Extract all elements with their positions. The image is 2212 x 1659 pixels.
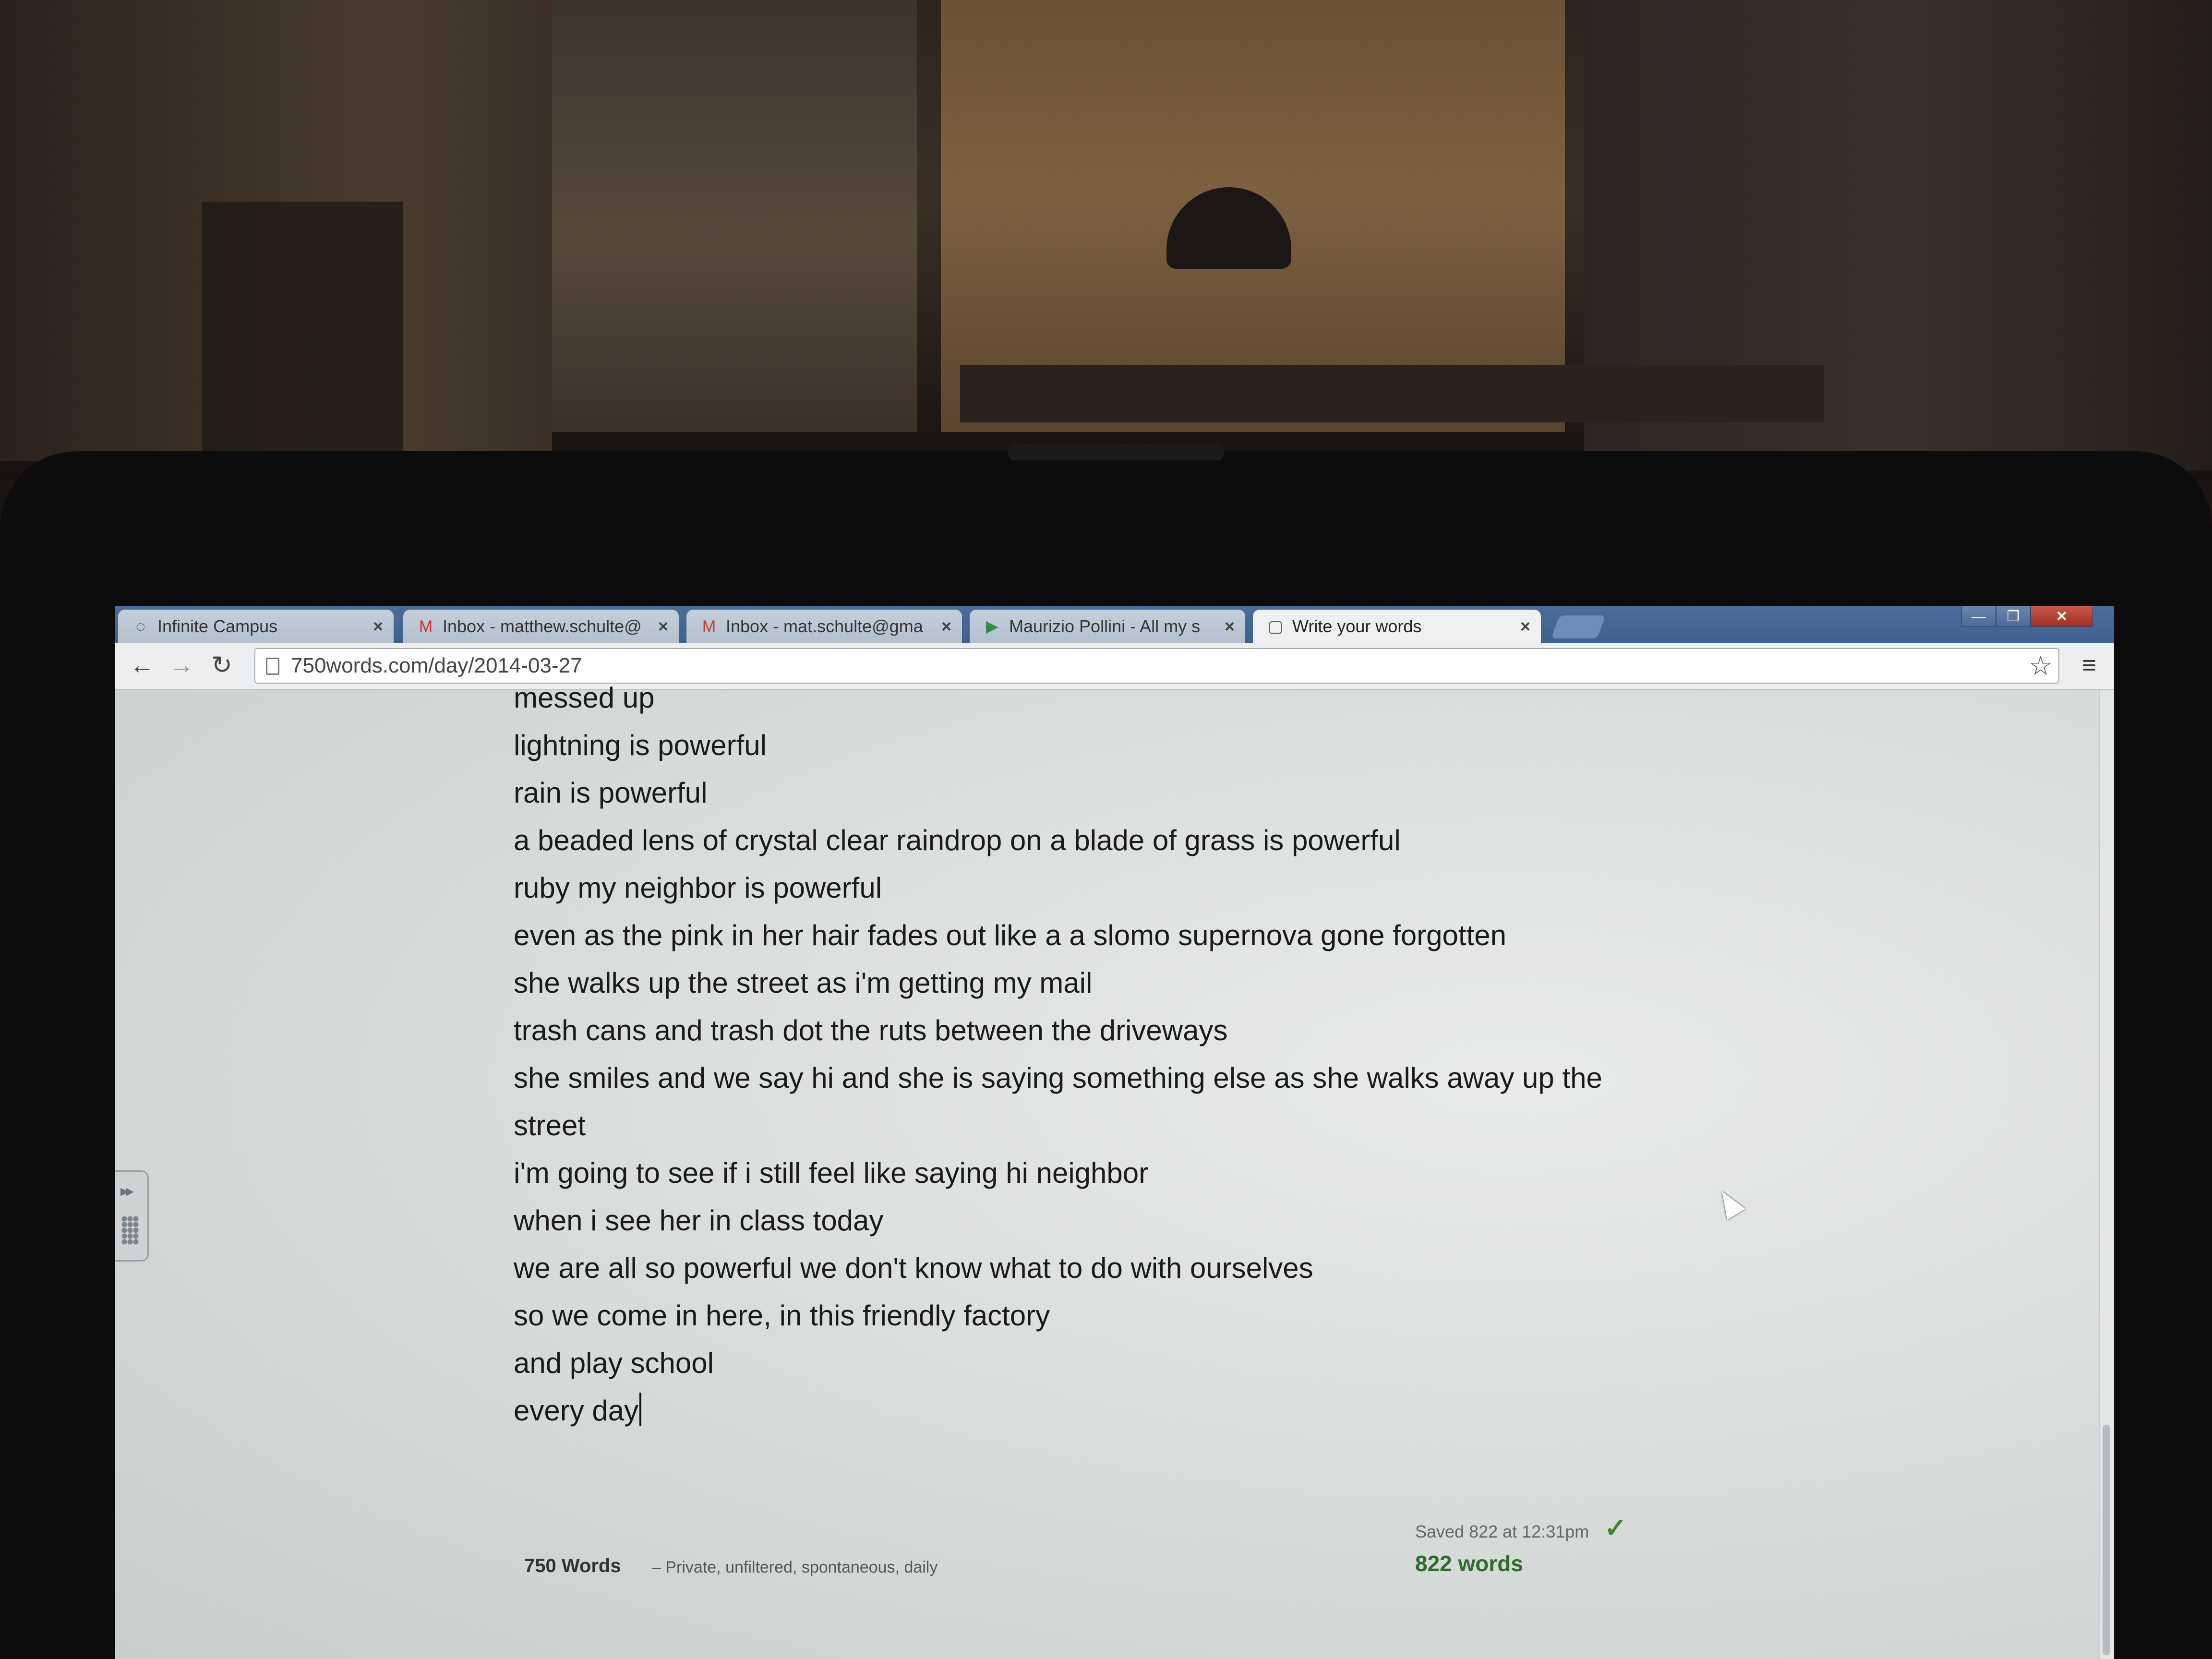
text-line: she walks up the street as i'm getting m… <box>514 967 1093 999</box>
back-button[interactable]: ← <box>127 650 157 681</box>
maximize-button[interactable]: ❐ <box>1996 606 2031 627</box>
forward-button[interactable]: → <box>166 650 197 681</box>
play-icon: ▶ <box>986 617 999 636</box>
tab-close-icon[interactable]: × <box>1225 610 1235 643</box>
tab-close-icon[interactable]: × <box>941 610 951 643</box>
page-icon: ▢ <box>1267 617 1284 636</box>
text-line: street <box>514 1109 586 1142</box>
text-line: so we come in here, in this friendly fac… <box>514 1299 1050 1332</box>
tab-inbox-matthew[interactable]: M Inbox - matthew.schulte@ × <box>403 610 679 643</box>
text-line: we are all so powerful we don't know wha… <box>514 1252 1313 1284</box>
text-line: she smiles and we say hi and she is sayi… <box>514 1062 1602 1094</box>
tab-strip: ◌ Infinite Campus × M Inbox - matthew.sc… <box>115 606 2114 643</box>
tab-close-icon[interactable]: × <box>373 610 383 643</box>
text-line-last: every day <box>514 1387 1810 1434</box>
gmail-icon: M <box>702 617 716 636</box>
tab-close-icon[interactable]: × <box>1520 610 1530 643</box>
gmail-icon: M <box>419 617 433 636</box>
scrollbar-thumb[interactable] <box>2103 1425 2110 1655</box>
minimize-button[interactable]: — <box>1961 606 1996 627</box>
checkmark-icon: ✓ <box>1604 1513 1627 1543</box>
page-icon <box>266 658 279 675</box>
double-chevron-right-icon: ▸▸ <box>120 1182 134 1200</box>
laptop-screen: ◌ Infinite Campus × M Inbox - matthew.sc… <box>115 606 2114 1659</box>
text-line: trash cans and trash dot the ruts betwee… <box>514 1014 1228 1046</box>
bookmark-star-icon[interactable]: ☆ <box>2029 649 2053 683</box>
text-line: lightning is powerful <box>514 729 767 761</box>
tab-close-icon[interactable]: × <box>658 610 668 643</box>
room-shelf <box>202 202 403 451</box>
saved-status: Saved 822 at 12:31pm <box>1415 1522 1589 1541</box>
text-line: when i see her in class today <box>514 1204 884 1237</box>
room-background <box>0 0 2212 480</box>
text-line: every day <box>514 1395 639 1427</box>
chrome-menu-button[interactable]: ≡ <box>2074 650 2104 681</box>
tab-label: Maurizio Pollini - All my s <box>1009 616 1201 636</box>
grip-icon <box>121 1216 139 1245</box>
tab-label: Inbox - matthew.schulte@ <box>443 616 642 636</box>
footer-tagline: – Private, unfiltered, spontaneous, dail… <box>652 1558 938 1576</box>
tab-label: Write your words <box>1292 616 1422 636</box>
text-line: even as the pink in her hair fades out l… <box>514 919 1506 951</box>
room-window <box>552 0 917 432</box>
text-line: ruby my neighbor is powerful <box>514 872 882 904</box>
text-line: a beaded lens of crystal clear raindrop … <box>514 824 1401 856</box>
tab-infinite-campus[interactable]: ◌ Infinite Campus × <box>118 610 394 643</box>
loading-spinner-icon: ◌ <box>135 617 146 636</box>
page-content: messed up lightning is powerful rain is … <box>115 682 2114 1659</box>
text-line: and play school <box>514 1347 714 1379</box>
tab-maurizio-pollini[interactable]: ▶ Maurizio Pollini - All my s × <box>970 610 1245 643</box>
reload-button[interactable]: ↻ <box>206 650 237 681</box>
tab-write-your-words[interactable]: ▢ Write your words × <box>1253 610 1541 643</box>
sidebar-toggle-handle[interactable]: ▸▸ <box>115 1170 149 1262</box>
tab-label: Infinite Campus <box>157 616 278 636</box>
text-line: rain is powerful <box>514 777 708 809</box>
new-tab-button[interactable] <box>1551 615 1606 638</box>
writing-editor[interactable]: messed up lightning is powerful rain is … <box>514 674 1810 1434</box>
close-window-button[interactable]: ✕ <box>2031 606 2093 627</box>
room-table <box>960 365 1824 422</box>
word-count: 822 words <box>1415 1551 1523 1576</box>
tab-inbox-mat[interactable]: M Inbox - mat.schulte@gma × <box>686 610 962 643</box>
scrollbar[interactable] <box>2099 690 2114 1659</box>
text-line: i'm going to see if i still feel like sa… <box>514 1157 1149 1189</box>
text-line: messed up <box>514 682 655 714</box>
tab-label: Inbox - mat.schulte@gma <box>726 616 923 636</box>
webcam <box>1008 444 1224 460</box>
text-caret <box>639 1393 642 1426</box>
footer-brand[interactable]: 750 Words <box>524 1555 621 1577</box>
